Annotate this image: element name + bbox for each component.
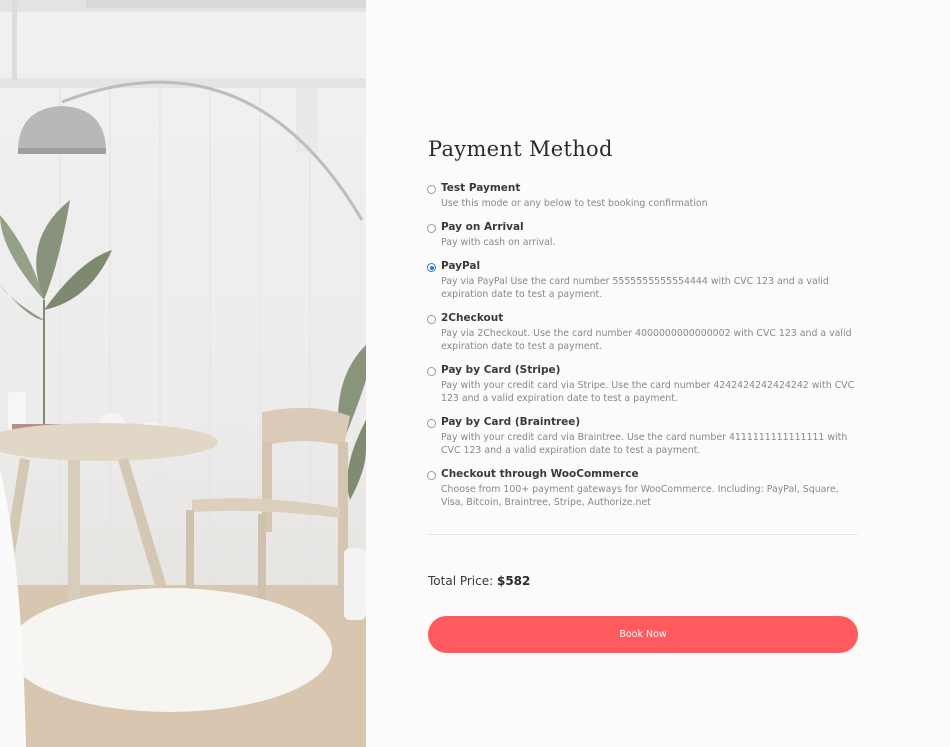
- payment-option-pay-on-arrival[interactable]: Pay on Arrival Pay with cash on arrival.: [427, 221, 859, 249]
- payment-option-name: Checkout through WooCommerce: [441, 468, 639, 480]
- interior-photo: [0, 0, 366, 747]
- radio-button[interactable]: [427, 367, 436, 376]
- payment-option-name: Pay on Arrival: [441, 221, 524, 233]
- payment-method-list: Test Payment Use this mode or any below …: [427, 182, 859, 520]
- payment-option-description: Pay via PayPal Use the card number 55555…: [441, 276, 829, 300]
- payment-option-name: 2Checkout: [441, 312, 504, 324]
- payment-option-description: Pay with your credit card via Stripe. Us…: [441, 380, 855, 404]
- payment-method-title: Payment Method: [428, 137, 613, 161]
- payment-option-description: Pay with your credit card via Braintree.…: [441, 432, 848, 456]
- payment-option-description: Choose from 100+ payment gateways for Wo…: [441, 484, 839, 508]
- total-price-amount: $582: [496, 574, 531, 588]
- radio-button[interactable]: [427, 471, 436, 480]
- payment-option-name: Pay by Card (Stripe): [441, 364, 561, 376]
- booking-payment-panel: Payment Method Test Payment Use this mod…: [366, 0, 950, 747]
- divider: [428, 534, 858, 535]
- radio-button[interactable]: [427, 185, 436, 194]
- payment-option-stripe[interactable]: Pay by Card (Stripe) Pay with your credi…: [427, 364, 859, 405]
- radio-button[interactable]: [427, 315, 436, 324]
- payment-option-braintree[interactable]: Pay by Card (Braintree) Pay with your cr…: [427, 416, 859, 457]
- payment-option-name: Pay by Card (Braintree): [441, 416, 581, 428]
- payment-option-paypal[interactable]: PayPal Pay via PayPal Use the card numbe…: [427, 260, 859, 301]
- payment-option-description: Pay with cash on arrival.: [441, 237, 556, 248]
- payment-option-test-payment[interactable]: Test Payment Use this mode or any below …: [427, 182, 859, 210]
- total-price: Total Price: $582: [428, 574, 530, 588]
- radio-button[interactable]: [427, 419, 436, 428]
- book-now-button[interactable]: Book Now: [428, 616, 858, 653]
- payment-option-woocommerce[interactable]: Checkout through WooCommerce Choose from…: [427, 468, 859, 509]
- payment-option-description: Pay via 2Checkout. Use the card number 4…: [441, 328, 852, 352]
- payment-option-name: Test Payment: [441, 182, 521, 194]
- payment-option-2checkout[interactable]: 2Checkout Pay via 2Checkout. Use the car…: [427, 312, 859, 353]
- radio-button-selected[interactable]: [427, 263, 436, 272]
- payment-option-name: PayPal: [441, 260, 481, 272]
- total-price-label: Total Price:: [428, 574, 494, 588]
- radio-button[interactable]: [427, 224, 436, 233]
- payment-option-description: Use this mode or any below to test booki…: [441, 198, 708, 209]
